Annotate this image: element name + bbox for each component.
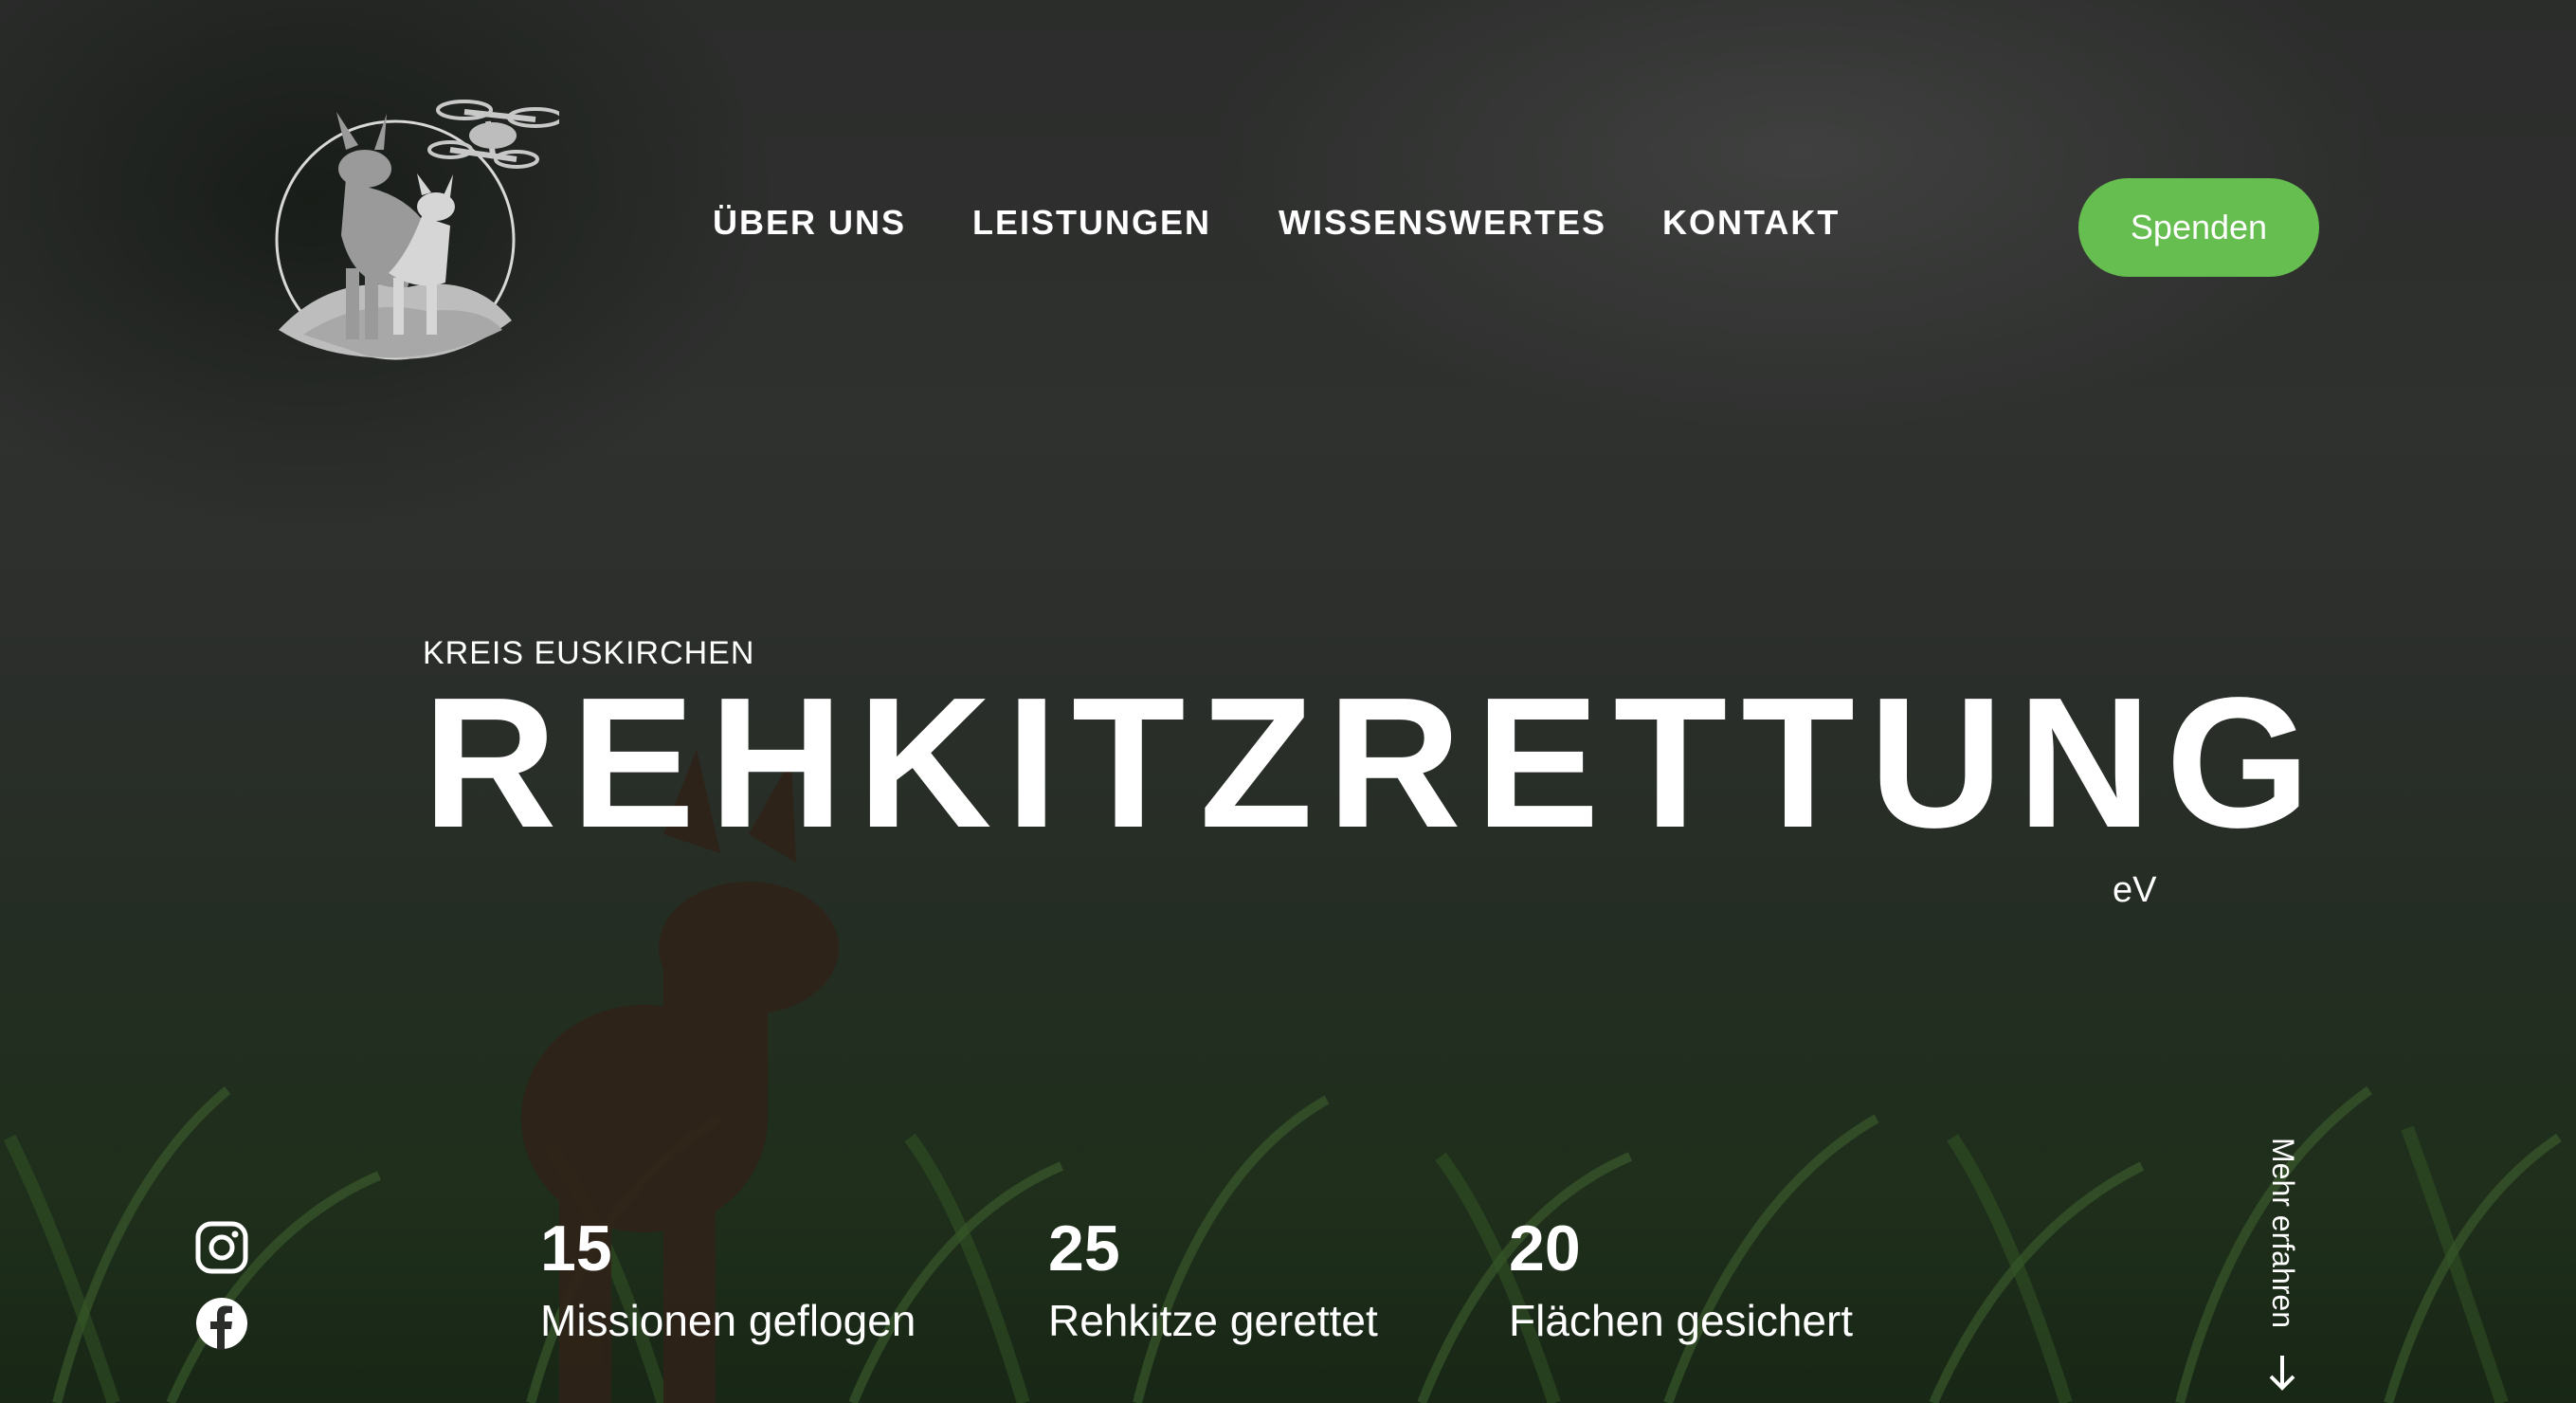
stat-label-rescued: Rehkitze gerettet bbox=[1048, 1296, 1378, 1345]
stat-value-rescued: 25 bbox=[1048, 1212, 1120, 1285]
instagram-link[interactable] bbox=[195, 1221, 248, 1274]
nav-item-kontakt[interactable]: KONTAKT bbox=[1662, 203, 1840, 243]
stat-label-missions: Missionen geflogen bbox=[540, 1296, 916, 1345]
nav-item-leistungen[interactable]: LEISTUNGEN bbox=[972, 203, 1211, 243]
instagram-icon bbox=[195, 1221, 248, 1274]
stat-value-areas: 20 bbox=[1509, 1212, 1581, 1285]
more-label: Mehr erfahren bbox=[2266, 1138, 2300, 1328]
facebook-link[interactable] bbox=[195, 1297, 248, 1350]
arrow-down-icon bbox=[2269, 1356, 2295, 1391]
more-link[interactable]: Mehr erfahren bbox=[2252, 1138, 2320, 1394]
stat-value-missions: 15 bbox=[540, 1212, 612, 1285]
hero-title: REHKITZRETTUNG bbox=[423, 659, 2325, 866]
donate-button[interactable]: Spenden bbox=[2078, 178, 2319, 277]
stat-label-areas: Flächen gesichert bbox=[1509, 1296, 1854, 1345]
deer-drone-logo-icon bbox=[275, 100, 564, 360]
nav-item-ueber-uns[interactable]: ÜBER UNS bbox=[713, 203, 906, 243]
site-logo[interactable] bbox=[265, 93, 564, 368]
hero-suffix: eV bbox=[2113, 870, 2157, 910]
nav-item-wissenswertes[interactable]: WISSENSWERTES bbox=[1279, 203, 1606, 243]
facebook-icon bbox=[196, 1298, 247, 1350]
